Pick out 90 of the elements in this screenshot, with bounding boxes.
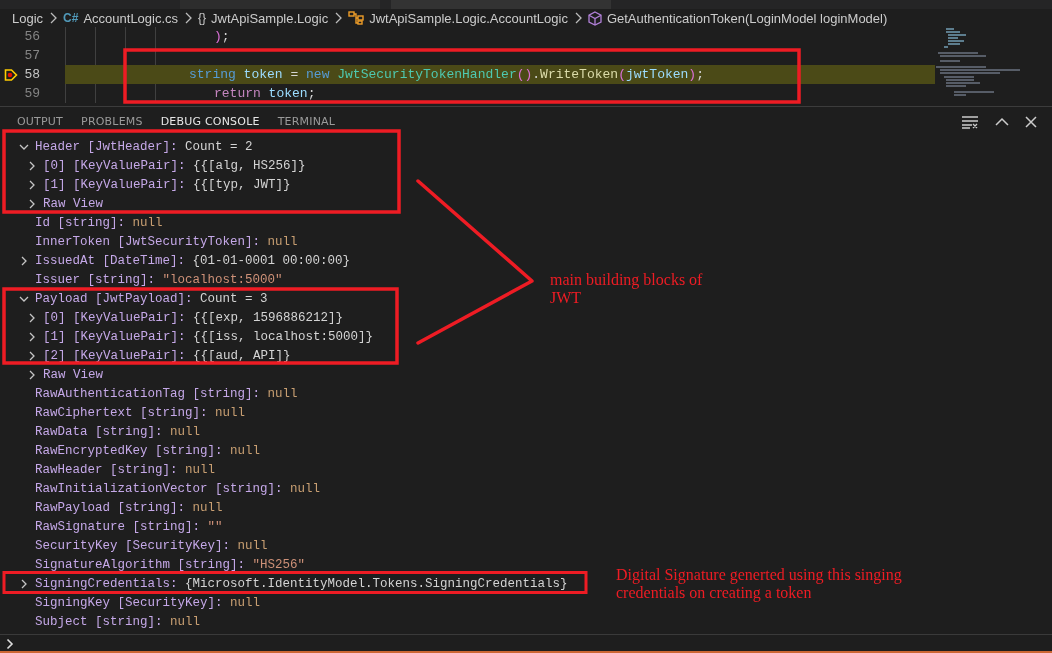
panel-tab[interactable]: PROBLEMS <box>81 112 143 132</box>
variable-value: {{[exp, 1596886212]} <box>193 310 344 325</box>
variable-value: {{[iss, localhost:5000]} <box>193 329 374 344</box>
code-line: return token; <box>214 86 316 101</box>
variable-value: {{[typ, JWT]} <box>193 177 291 192</box>
breakpoint-arrow-icon <box>4 67 18 82</box>
variable-name: SigningKey [SecurityKey]: <box>35 595 223 610</box>
variable-value: {Microsoft.IdentityModel.Tokens.SigningCredentials} <box>185 576 568 591</box>
breadcrumb-item[interactable]: GetAuthenticationToken(LoginModel loginModel) <box>606 10 888 26</box>
variable-name: RawHeader [string]: <box>35 462 178 477</box>
variable-value: {{[aud, API]} <box>193 348 291 363</box>
variable-value: null <box>267 234 298 249</box>
annotation-note: Digital Signature generted using this singing credentials on creating a token <box>616 566 903 603</box>
panel-tab[interactable]: TERMINAL <box>277 112 336 132</box>
variable-name: Subject [string]: <box>35 614 163 629</box>
annotation-note: main building blocks of JWT <box>550 271 704 308</box>
variable-value: "" <box>207 519 223 534</box>
variable-name: Header [JwtHeader]: <box>35 139 178 154</box>
code-line: ); <box>214 29 230 44</box>
variable-value: null <box>170 614 201 629</box>
variable-name: RawInitializationVector [string]: <box>35 481 283 496</box>
variable-value: {01-01-0001 00:00:00} <box>192 253 351 268</box>
variable-name: RawData [string]: <box>35 424 163 439</box>
code-line: string token = new JwtSecurityTokenHandler().WriteToken(jwtToken); <box>189 67 704 82</box>
variable-name: RawPayload [string]: <box>35 500 186 515</box>
variable-value: Count = 3 <box>200 291 268 306</box>
chevron-right-icon[interactable] <box>27 331 37 342</box>
variable-value: null <box>185 462 216 477</box>
class-icon <box>348 11 365 25</box>
variable-name: Raw View <box>43 196 103 211</box>
chevron-right-icon <box>49 12 58 24</box>
variable-value: null <box>170 424 201 439</box>
clear-console-icon[interactable] <box>961 115 979 129</box>
cube-icon <box>587 10 602 26</box>
variable-value: "localhost:5000" <box>162 272 283 287</box>
variable-name: [0] [KeyValuePair]: <box>43 158 186 173</box>
breadcrumb-item[interactable]: JwtApiSample.Logic <box>211 10 329 26</box>
breadcrumb-item[interactable]: AccountLogic.cs <box>83 10 179 26</box>
variable-name: Issuer [string]: <box>35 272 156 287</box>
panel-tab[interactable]: OUTPUT <box>17 112 64 132</box>
variable-name: [1] [KeyValuePair]: <box>43 329 186 344</box>
variable-value: null <box>215 405 246 420</box>
variable-value: {{[alg, HS256]} <box>193 158 306 173</box>
variable-value: "HS256" <box>252 557 306 572</box>
chevron-right-icon[interactable] <box>27 179 37 190</box>
variable-name: RawSignature [string]: <box>35 519 201 534</box>
variable-name: RawCiphertext [string]: <box>35 405 208 420</box>
variable-name: RawEncryptedKey [string]: <box>35 443 223 458</box>
variable-name: SignatureAlgorithm [string]: <box>35 557 246 572</box>
variable-name: Raw View <box>43 367 103 382</box>
chevron-up-icon[interactable] <box>995 117 1009 127</box>
breadcrumb-item[interactable]: Logic <box>12 10 44 26</box>
variable-name: SecurityKey [SecurityKey]: <box>35 538 231 553</box>
braces-icon: {} <box>198 11 207 25</box>
chevron-right-icon[interactable] <box>19 578 29 589</box>
line-number: 58 <box>23 67 40 82</box>
chevron-right-icon <box>334 12 343 24</box>
variable-value: null <box>230 595 261 610</box>
chevron-right-icon[interactable] <box>19 255 29 266</box>
breadcrumb-item[interactable]: JwtApiSample.Logic.AccountLogic <box>369 10 568 26</box>
variable-name: SigningCredentials: <box>35 576 178 591</box>
csharp-icon: C# <box>63 11 79 25</box>
variable-value: Count = 2 <box>185 139 253 154</box>
line-number: 59 <box>23 86 40 101</box>
panel-tab[interactable]: DEBUG CONSOLE <box>160 112 260 132</box>
chevron-right-icon[interactable] <box>27 198 37 209</box>
variable-value: null <box>230 443 261 458</box>
line-number: 57 <box>23 48 40 63</box>
variable-value: null <box>192 500 223 515</box>
chevron-right-icon[interactable] <box>27 160 37 171</box>
variable-name: InnerToken [JwtSecurityToken]: <box>35 234 261 249</box>
variable-name: IssuedAt [DateTime]: <box>35 253 186 268</box>
variable-name: [0] [KeyValuePair]: <box>43 310 186 325</box>
variable-name: [1] [KeyValuePair]: <box>43 177 186 192</box>
variable-value: null <box>290 481 321 496</box>
variable-name: Id [string]: <box>35 215 125 230</box>
variable-value: null <box>237 538 268 553</box>
close-icon[interactable] <box>1025 116 1037 128</box>
variable-name: Payload [JwtPayload]: <box>35 291 193 306</box>
chevron-right-icon <box>573 12 582 24</box>
line-number: 56 <box>23 29 40 44</box>
chevron-right-icon[interactable] <box>27 369 37 380</box>
variable-value: null <box>267 386 298 401</box>
chevron-right-icon <box>184 12 193 24</box>
prompt-chevron-icon <box>6 637 14 650</box>
variable-name: RawAuthenticationTag [string]: <box>35 386 261 401</box>
variable-name: [2] [KeyValuePair]: <box>43 348 186 363</box>
chevron-right-icon[interactable] <box>27 312 37 323</box>
chevron-right-icon[interactable] <box>27 350 37 361</box>
variable-value: null <box>132 215 163 230</box>
